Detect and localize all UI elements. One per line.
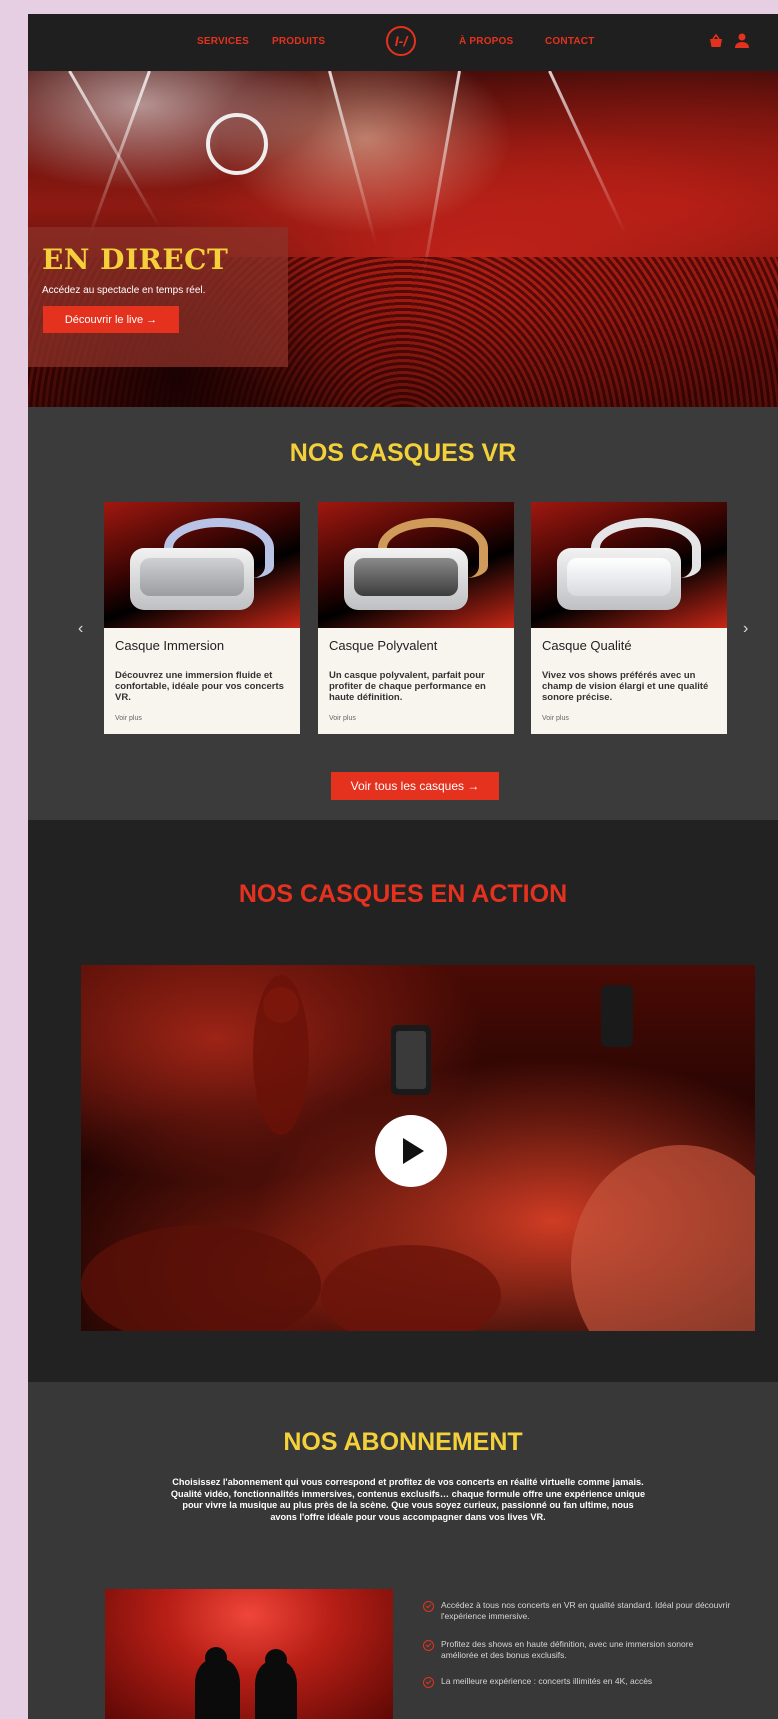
discover-live-button[interactable]: Découvrir le live → (43, 306, 179, 333)
stage-light (328, 71, 378, 246)
vr-section-title: NOS CASQUES VR (289, 439, 517, 467)
product-card[interactable]: Casque Polyvalent Un casque polyvalent, … (318, 502, 514, 734)
subscription-description: Choisissez l'abonnement qui vous corresp… (170, 1477, 646, 1522)
nav-link-services[interactable]: SERVICES (197, 36, 249, 47)
headset-image (531, 502, 727, 628)
carousel-prev-icon[interactable]: ‹ (78, 620, 83, 638)
card-description: Un casque polyvalent, parfait pour profi… (329, 670, 486, 703)
see-more-link[interactable]: Voir plus (542, 715, 569, 722)
card-title: Casque Qualité (542, 638, 632, 653)
check-circle-icon (423, 1677, 434, 1688)
video-player[interactable] (81, 965, 755, 1331)
hero-banner: EN DIRECT Accédez au spectacle en temps … (28, 71, 778, 407)
stage-light (419, 71, 461, 288)
stage-light (548, 71, 627, 235)
card-description: Vivez vos shows préférés avec un champ d… (542, 670, 709, 703)
action-section-title: NOS CASQUES EN ACTION (238, 880, 568, 908)
stage-light (86, 71, 151, 241)
stage-light (68, 71, 161, 228)
stage-logo-ring (206, 113, 268, 175)
logo-text: I-/ (394, 33, 408, 49)
nav-link-a-propos[interactable]: À PROPOS (459, 36, 513, 47)
nav-link-contact[interactable]: CONTACT (545, 36, 595, 47)
check-circle-icon (423, 1640, 434, 1651)
card-title: Casque Immersion (115, 638, 225, 653)
card-description: Découvrez une immersion fluide et confor… (115, 670, 284, 703)
subscription-title: NOS ABONNEMENT (283, 1428, 523, 1456)
carousel-next-icon[interactable]: › (743, 620, 748, 638)
see-all-headsets-button[interactable]: Voir tous les casques → (331, 772, 499, 800)
user-icon[interactable] (733, 32, 751, 50)
top-nav: SERVICES PRODUITS I-/ À PROPOS CONTACT (28, 14, 778, 71)
band-image (105, 1589, 393, 1719)
hero-card: EN DIRECT Accédez au spectacle en temps … (28, 227, 288, 367)
see-more-link[interactable]: Voir plus (115, 715, 142, 722)
product-card[interactable]: Casque Qualité Vivez vos shows préférés … (531, 502, 727, 734)
play-button[interactable] (375, 1115, 447, 1187)
hero-subtitle: Accédez au spectacle en temps réel. (42, 285, 206, 296)
see-more-link[interactable]: Voir plus (329, 715, 356, 722)
headset-image (318, 502, 514, 628)
brand-logo[interactable]: I-/ (386, 26, 416, 56)
headset-image (104, 502, 300, 628)
basket-icon[interactable] (707, 32, 725, 50)
page: SERVICES PRODUITS I-/ À PROPOS CONTACT E… (28, 14, 778, 1719)
hero-title: EN DIRECT (42, 243, 229, 276)
check-circle-icon (423, 1601, 434, 1612)
play-icon (403, 1138, 424, 1164)
card-title: Casque Polyvalent (329, 638, 438, 653)
product-card[interactable]: Casque Immersion Découvrez une immersion… (104, 502, 300, 734)
nav-link-produits[interactable]: PRODUITS (272, 36, 325, 47)
